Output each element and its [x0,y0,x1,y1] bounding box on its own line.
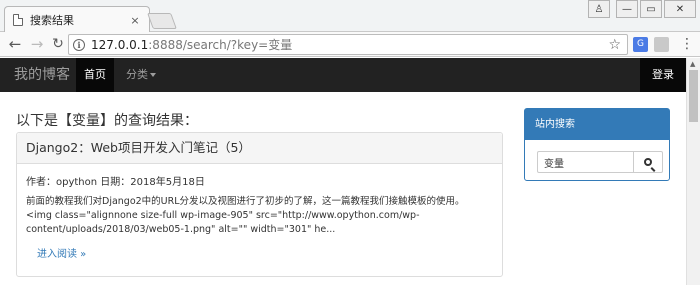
scroll-up-icon[interactable]: ▲ [690,60,695,68]
tab-title: 搜索结果 [30,14,74,27]
url-host: 127.0.0.1 [91,38,149,52]
nav-category-label: 分类 [126,68,148,81]
excerpt-line: 前面的教程我们对Django2中的URL分发以及视图进行了初步的了解，这一篇教程… [26,196,465,207]
profile-button[interactable]: ♙ [588,0,610,18]
url-text[interactable]: 127.0.0.1:8888/search/?key=变量 [91,36,608,53]
reader-icon[interactable] [654,37,669,52]
site-search-form [537,151,663,173]
scrollbar-thumb[interactable] [689,70,698,122]
result-item: Django2：Web项目开发入门笔记（5） 作者：opython 日期：201… [16,132,503,277]
browser-tab[interactable]: 搜索结果 × [4,6,150,33]
forward-arrow-icon[interactable]: → [28,35,46,53]
caret-down-icon [150,73,156,77]
excerpt-line: <img class="alignnone size-full wp-image… [26,210,420,221]
page-icon [13,14,23,26]
nav-category-dropdown[interactable]: 分类 [126,58,156,92]
site-search-title: 站内搜索 [525,109,669,140]
info-icon[interactable]: i [73,38,85,51]
result-excerpt: 前面的教程我们对Django2中的URL分发以及视图进行了初步的了解，这一篇教程… [26,195,496,237]
excerpt-line: content/uploads/2018/03/web05-1.png" alt… [26,224,336,235]
site-navbar: 我的博客 首页 分类 登录 [0,58,686,92]
site-search-panel: 站内搜索 [524,108,670,181]
browser-toolbar: ← → ↻ i 127.0.0.1:8888/search/?key=变量 ☆ … [0,32,700,57]
result-title[interactable]: Django2：Web项目开发入门笔记（5） [17,133,502,164]
read-more-link[interactable]: 进入阅读 » [37,245,86,260]
page-scrollbar[interactable]: ▲ [686,58,700,285]
site-search-input[interactable] [537,151,634,173]
page-viewport: 我的博客 首页 分类 登录 以下是【变量】的查询结果： Django2：Web项… [0,58,686,285]
star-icon[interactable]: ☆ [608,37,621,53]
maximize-button[interactable]: ▭ [640,0,662,18]
url-path: :8888/search/?key=变量 [148,38,293,52]
browser-titlebar: 搜索结果 × ♙ — ▭ ✕ [0,0,700,33]
results-heading: 以下是【变量】的查询结果： [16,113,198,129]
search-icon [644,158,652,166]
login-button[interactable]: 登录 [640,58,686,92]
nav-home[interactable]: 首页 [76,58,114,92]
address-bar[interactable]: i 127.0.0.1:8888/search/?key=变量 ☆ [68,34,628,55]
close-window-button[interactable]: ✕ [664,0,696,18]
new-tab-button[interactable] [147,13,177,29]
site-brand[interactable]: 我的博客 [14,58,70,92]
search-button[interactable] [634,151,663,173]
menu-icon[interactable]: ⋮ [680,37,694,52]
result-meta: 作者：opython 日期：2018年5月18日 [26,177,205,188]
back-arrow-icon[interactable]: ← [6,35,24,53]
reload-icon[interactable]: ↻ [49,35,67,53]
minimize-button[interactable]: — [616,0,638,18]
tab-close-icon[interactable]: × [129,14,141,27]
translate-icon[interactable]: G [633,37,648,52]
